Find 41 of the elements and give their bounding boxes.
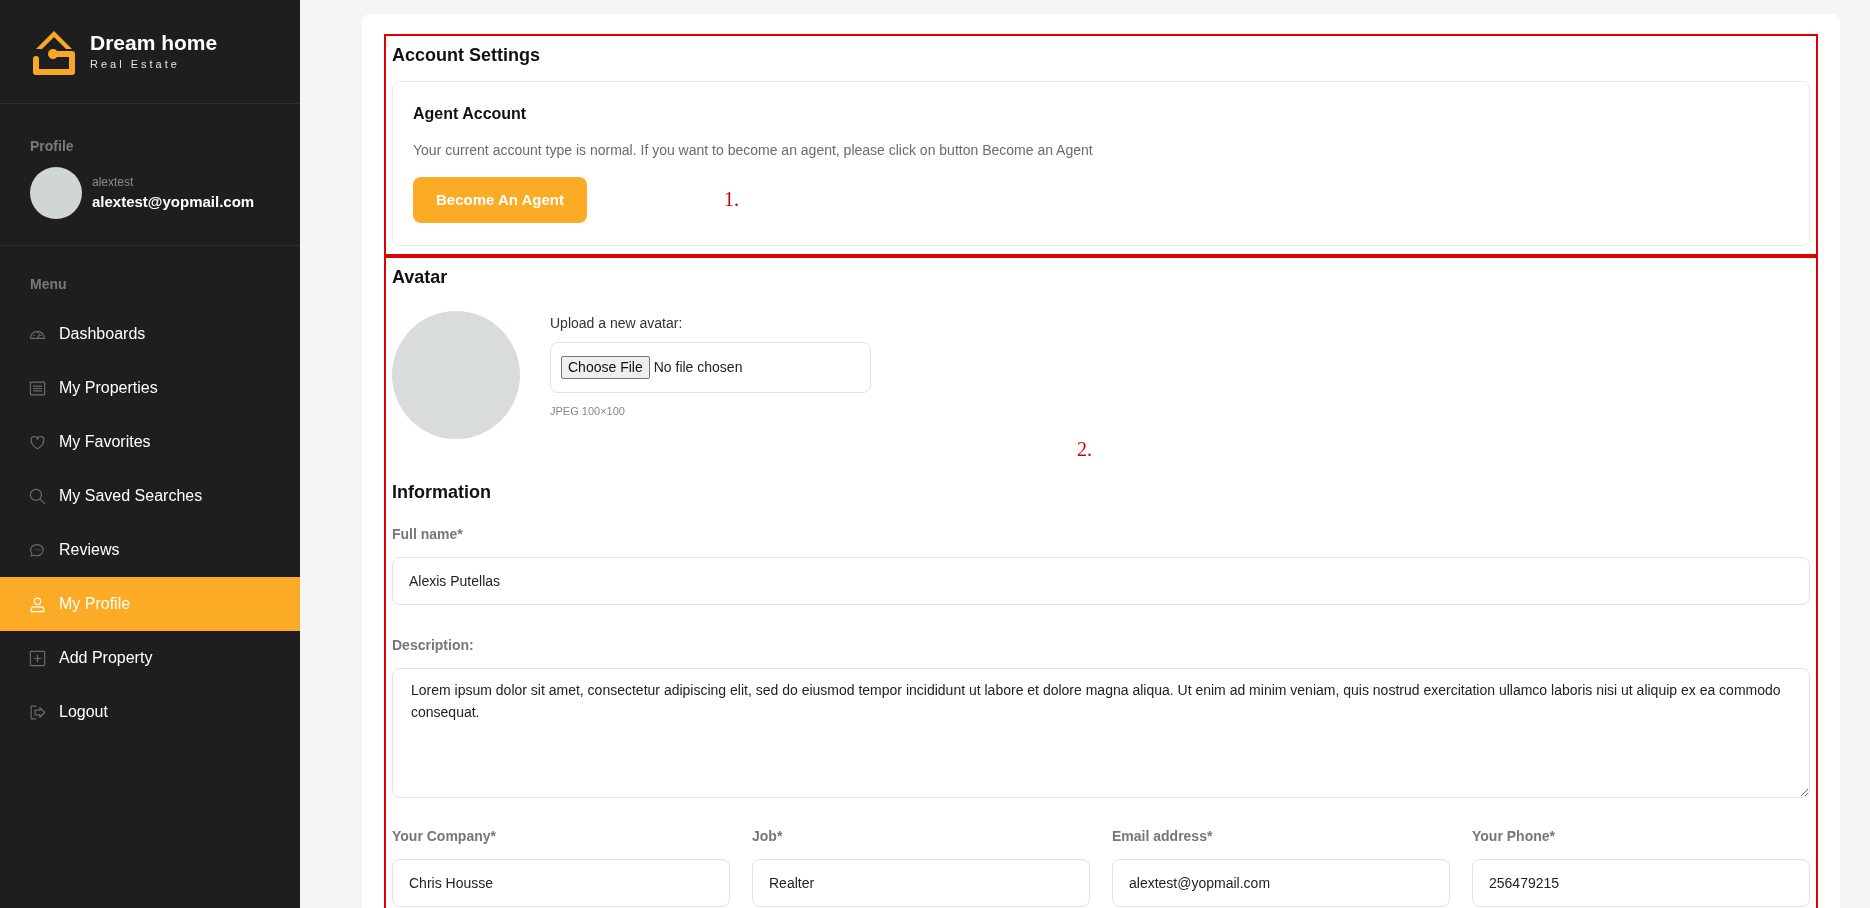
- card-text: Your current account type is normal. If you want to become an agent, please click on button Become an Agent: [413, 141, 1094, 160]
- text-input[interactable]: alextest@yopmail.com: [1112, 859, 1450, 907]
- file-upload-field[interactable]: Choose File No file chosen: [550, 342, 871, 393]
- brand-title: Dream home: [90, 30, 218, 57]
- avatar-photo-placeholder: [30, 167, 82, 219]
- choose-file-button[interactable]: Choose File: [561, 356, 650, 379]
- text-input[interactable]: Alexis Putellas: [392, 557, 1810, 605]
- field-label: Your Phone*: [1472, 827, 1556, 846]
- annotation-label: 2.: [1077, 437, 1092, 462]
- username: alextest: [92, 173, 135, 191]
- field-label: Description:: [392, 636, 475, 655]
- menu-item[interactable]: My Properties: [0, 361, 300, 415]
- section-title: Information: [392, 481, 492, 504]
- plus-square-icon: [28, 648, 47, 668]
- menu-item[interactable]: Add Property: [0, 631, 300, 685]
- card-title: Agent Account: [413, 104, 528, 124]
- field-label: Job*: [752, 827, 784, 846]
- menu-item[interactable]: My Favorites: [0, 415, 300, 469]
- description-textarea[interactable]: Lorem ipsum dolor sit amet, consectetur adipiscing elit, sed do eiusmod tempor incididunt ut labore et dolore magna aliqua. Ut enim ad minim veniam, quis nostrud exercitation ullamco laboris nisi ut aliquip ex ea commodo consequat.: [392, 668, 1810, 798]
- text-input[interactable]: Realter: [752, 859, 1090, 907]
- brand-subtitle: Real Estate: [90, 57, 181, 73]
- file-status: No file chosen: [653, 358, 743, 377]
- user-email: alextest@yopmail.com: [92, 191, 255, 212]
- field-label: Email address*: [1112, 827, 1214, 846]
- menu-item[interactable]: Logout: [0, 685, 300, 739]
- menu-item[interactable]: My Saved Searches: [0, 469, 300, 523]
- section-heading: Menu: [29, 275, 68, 294]
- text-input[interactable]: Chris Housse: [392, 859, 730, 907]
- menu-item[interactable]: Reviews: [0, 523, 300, 577]
- upload-label: Upload a new avatar:: [550, 314, 684, 333]
- section-title: Account Settings: [392, 44, 541, 67]
- field-label: Your Company*: [392, 827, 497, 846]
- text-input[interactable]: 256479215: [1472, 859, 1810, 907]
- house-logo-icon: [32, 28, 76, 75]
- upload-hint: JPEG 100×100: [550, 404, 626, 419]
- section-heading: Profile: [30, 137, 75, 156]
- search-icon: [28, 486, 47, 506]
- menu-item[interactable]: Dashboards: [0, 307, 300, 361]
- field-label: Full name*: [392, 525, 464, 544]
- section-title: Avatar: [392, 266, 449, 289]
- annotation-label: 1.: [724, 187, 739, 212]
